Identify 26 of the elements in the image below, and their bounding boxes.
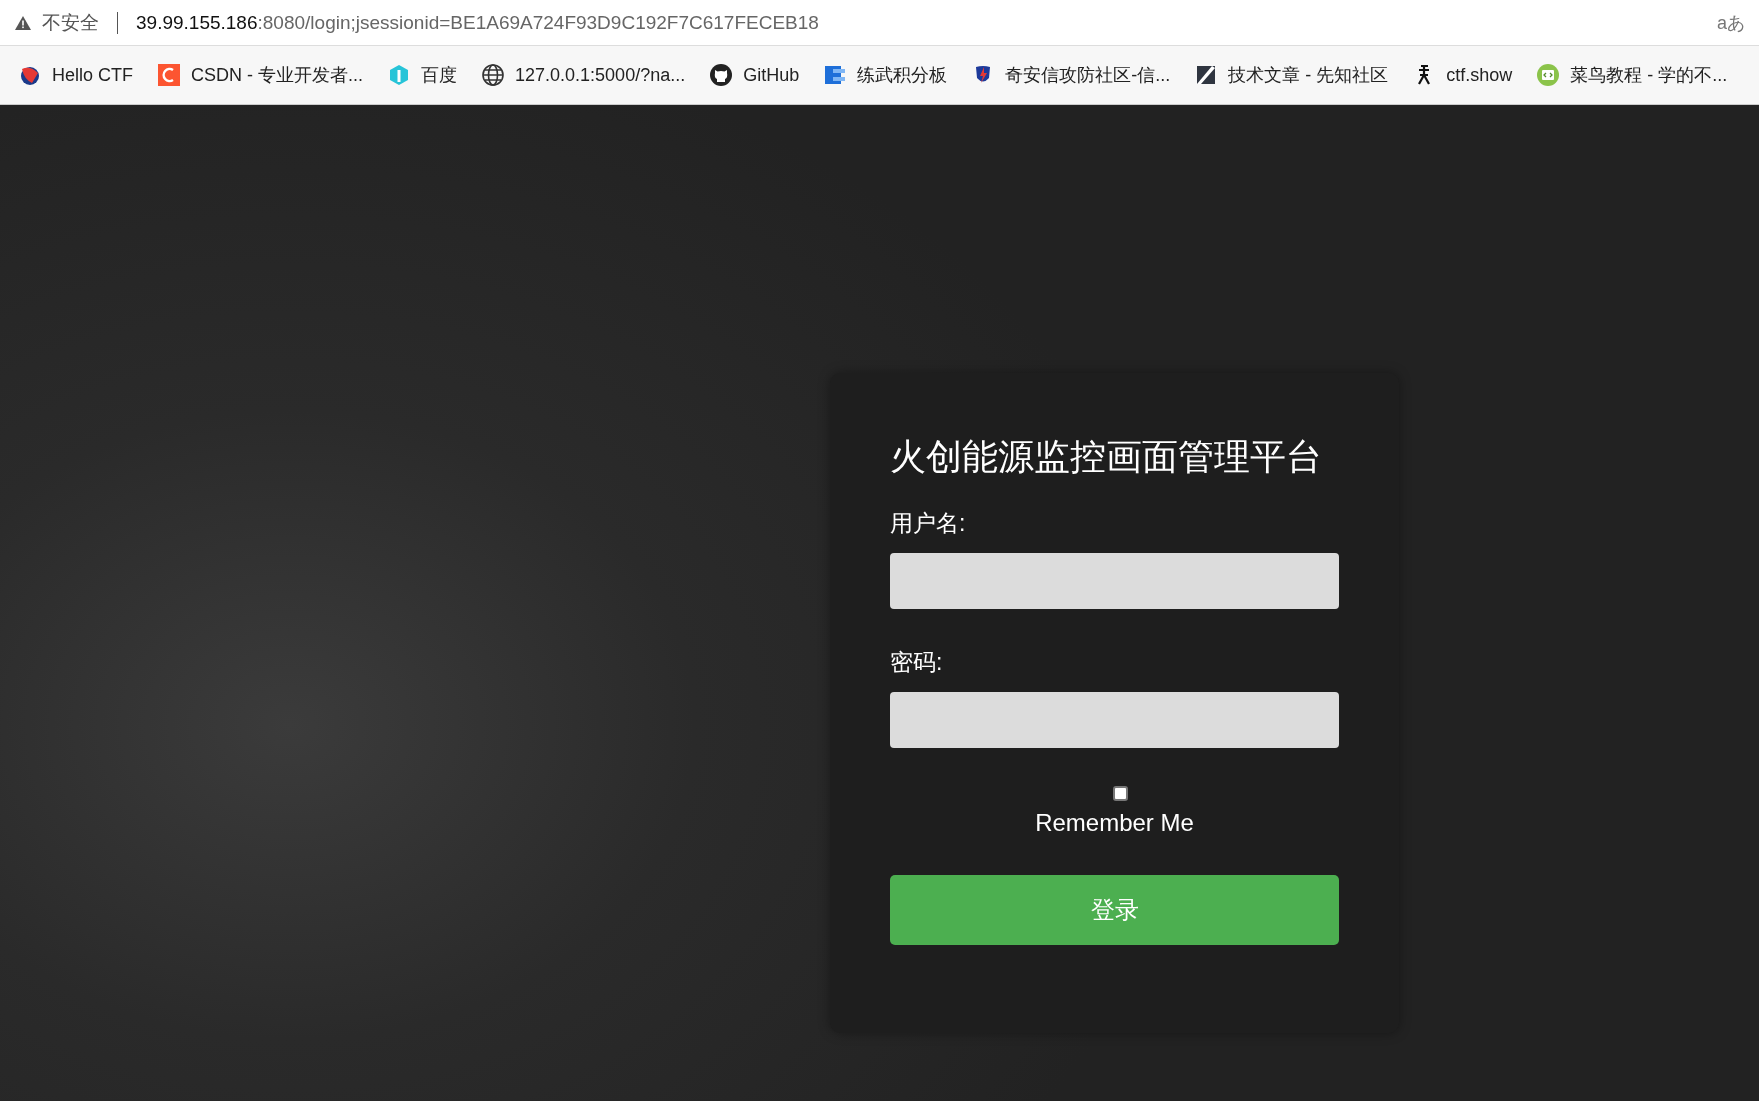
bookmark-item[interactable]: CSDN - 专业开发者... (157, 63, 364, 87)
bookmark-item[interactable]: GitHub (709, 63, 800, 87)
username-label: 用户名: (890, 509, 967, 538)
reader-mode-label[interactable]: aあ (1717, 10, 1745, 35)
remember-checkbox[interactable] (1113, 786, 1128, 801)
password-label: 密码: (890, 648, 944, 677)
warning-icon (14, 14, 32, 31)
url-text[interactable]: 39.99.155.186:8080/login;jsessionid=BE1A69A724F93D9C192F7C617FECEB18 (136, 11, 819, 34)
login-title: 火创能源监控画面管理平台 (890, 435, 1323, 479)
bookmark-item[interactable]: 奇安信攻防社区-信... (971, 63, 1171, 87)
bookmark-item[interactable]: 技术文章 - 先知社区 (1194, 63, 1389, 87)
bookmark-item[interactable]: Hello CTF (18, 63, 133, 87)
scoreboard-icon (823, 63, 848, 87)
bookmark-item[interactable]: ctf.show (1412, 63, 1513, 87)
github-cat-icon (709, 63, 734, 87)
username-input[interactable] (890, 553, 1339, 609)
security-label[interactable]: 不安全 (42, 9, 99, 36)
remember-label: Remember Me (1035, 809, 1194, 837)
bookmark-item[interactable]: 127.0.0.1:5000/?na... (481, 63, 686, 87)
code-icon (1536, 63, 1561, 87)
globe-icon (481, 63, 506, 87)
bookmark-item[interactable]: 百度 (387, 63, 458, 87)
password-input[interactable] (890, 692, 1339, 748)
bookmark-item[interactable]: 练武积分板 (823, 63, 948, 87)
bookmark-item[interactable]: 菜鸟教程 - 学的不... (1536, 63, 1728, 87)
csdn-c-icon (157, 63, 181, 87)
